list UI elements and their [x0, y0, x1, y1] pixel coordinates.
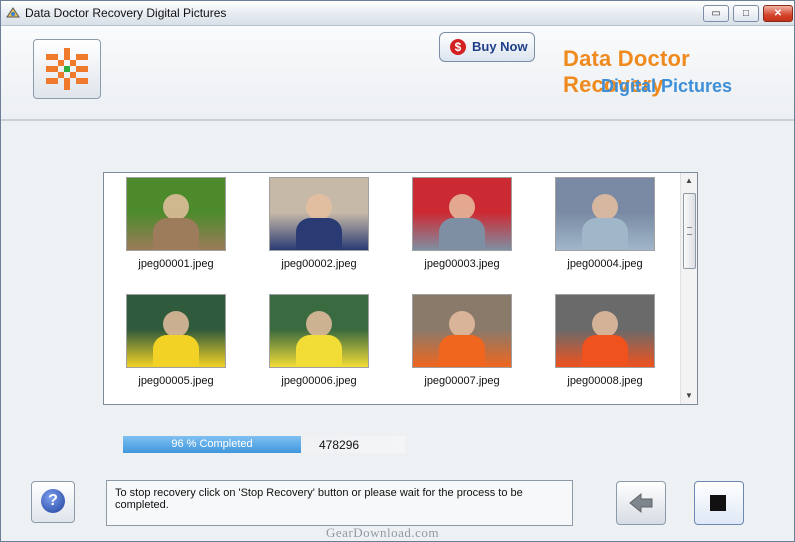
person-body: [296, 335, 342, 367]
thumbnail-item[interactable]: jpeg00008.jpeg: [555, 294, 655, 387]
stop-square-icon: [710, 495, 726, 511]
person-body: [296, 218, 342, 250]
person-silhouette: [163, 194, 189, 220]
thumbnail-caption: jpeg00003.jpeg: [424, 258, 500, 270]
thumbnail-caption: jpeg00007.jpeg: [424, 375, 500, 387]
scroll-up-icon[interactable]: ▲: [681, 173, 697, 189]
app-window: Data Doctor Recovery Digital Pictures ▭ …: [0, 0, 795, 542]
brand-subtitle: Digital Pictures: [601, 76, 733, 96]
watermark: GearDownload.com: [326, 525, 440, 540]
person-silhouette: [306, 194, 332, 220]
photo-thumbnail[interactable]: [269, 177, 369, 251]
person-silhouette: [592, 311, 618, 337]
person-silhouette: [163, 311, 189, 337]
person-silhouette: [449, 311, 475, 337]
header-banner: $ Buy Now Data Doctor Recovery Digital P…: [1, 26, 794, 121]
thumbnail-item[interactable]: jpeg00006.jpeg: [269, 294, 369, 387]
stop-recovery-button[interactable]: [694, 481, 744, 525]
help-icon: ?: [41, 489, 65, 513]
maximize-button[interactable]: □: [733, 5, 759, 22]
recovered-images-gallery[interactable]: jpeg00001.jpeg jpeg00002.jpeg jpeg00003.jp…: [103, 172, 698, 405]
thumbnail-caption: jpeg00008.jpeg: [567, 375, 643, 387]
person-silhouette: [306, 311, 332, 337]
photo-thumbnail[interactable]: [555, 294, 655, 368]
close-button[interactable]: ✕: [763, 5, 793, 22]
photo-thumbnail[interactable]: [126, 294, 226, 368]
status-message: To stop recovery click on 'Stop Recovery…: [106, 480, 573, 526]
app-icon: [6, 7, 20, 18]
person-silhouette: [449, 194, 475, 220]
arrow-left-icon: [629, 492, 653, 514]
minimize-button[interactable]: ▭: [703, 5, 729, 22]
logo-button[interactable]: [33, 39, 101, 99]
title-bar[interactable]: Data Doctor Recovery Digital Pictures ▭ …: [1, 1, 794, 26]
thumbnail-item[interactable]: jpeg00007.jpeg: [412, 294, 512, 387]
person-body: [582, 218, 628, 250]
thumbnail-item[interactable]: jpeg00005.jpeg: [126, 294, 226, 387]
scroll-down-icon[interactable]: ▼: [681, 388, 697, 404]
progress-label: 96 % Completed: [171, 438, 253, 450]
person-body: [582, 335, 628, 367]
thumbnail-caption: jpeg00006.jpeg: [281, 375, 357, 387]
logo-icon: [46, 48, 88, 90]
thumbnail-caption: jpeg00001.jpeg: [138, 258, 214, 270]
back-button[interactable]: [616, 481, 666, 525]
person-silhouette: [592, 194, 618, 220]
scrollbar-thumb[interactable]: [683, 193, 696, 269]
person-body: [153, 335, 199, 367]
thumbnail-item[interactable]: jpeg00003.jpeg: [412, 177, 512, 270]
photo-thumbnail[interactable]: [126, 177, 226, 251]
recovered-count: 478296: [319, 438, 360, 452]
person-body: [439, 335, 485, 367]
thumbnail-item[interactable]: jpeg00001.jpeg: [126, 177, 226, 270]
help-button[interactable]: ?: [31, 481, 75, 523]
buy-now-button[interactable]: $ Buy Now: [439, 32, 535, 62]
photo-thumbnail[interactable]: [269, 294, 369, 368]
photo-thumbnail[interactable]: [412, 294, 512, 368]
window-title: Data Doctor Recovery Digital Pictures: [25, 6, 227, 20]
buy-now-label: Buy Now: [472, 39, 528, 54]
person-body: [439, 218, 485, 250]
thumbnail-item[interactable]: jpeg00002.jpeg: [269, 177, 369, 270]
grip-icon: [687, 227, 692, 235]
vertical-scrollbar[interactable]: ▲ ▼: [680, 173, 697, 404]
dollar-icon: $: [450, 39, 466, 55]
person-body: [153, 218, 199, 250]
progress-bar: 96 % Completed: [123, 436, 405, 453]
photo-thumbnail[interactable]: [555, 177, 655, 251]
thumbnail-caption: jpeg00002.jpeg: [281, 258, 357, 270]
thumbnail-caption: jpeg00005.jpeg: [138, 375, 214, 387]
thumbnail-item[interactable]: jpeg00004.jpeg: [555, 177, 655, 270]
photo-thumbnail[interactable]: [412, 177, 512, 251]
thumbnail-caption: jpeg00004.jpeg: [567, 258, 643, 270]
